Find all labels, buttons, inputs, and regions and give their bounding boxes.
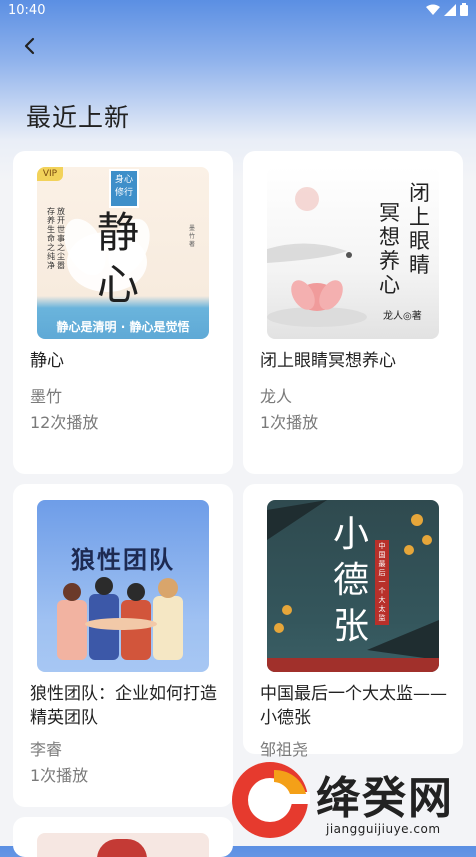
cover-main-title: 静心 — [97, 208, 140, 309]
book-card-1[interactable]: VIP 身心修行 静心 放开世事之尘嚣 存养生命之纯净 墨竹 著 静心是清明 ·… — [13, 151, 233, 474]
book-card-4[interactable]: 小德张 中国最后一个大太监 中国最后一个大太监——小德张 邹祖尧 — [243, 484, 463, 759]
wifi-icon — [426, 4, 440, 15]
watermark-brand: 绛癸网 — [316, 773, 454, 824]
status-bar: 10:40 — [0, 0, 476, 24]
book-cover-5[interactable] — [37, 833, 209, 857]
signal-icon — [444, 3, 456, 16]
book-cover-4[interactable]: 小德张 中国最后一个大太监 — [267, 500, 439, 672]
book-title[interactable]: 静心 — [30, 349, 230, 373]
watermark-url: jiangguijiuye.com — [326, 822, 441, 836]
book-author: 墨竹 — [30, 387, 63, 406]
back-button[interactable] — [14, 30, 46, 62]
page-title: 最近上新 — [26, 103, 131, 132]
status-icons — [426, 3, 468, 16]
book-cover-1[interactable]: VIP 身心修行 静心 放开世事之尘嚣 存养生命之纯净 墨竹 著 静心是清明 ·… — [37, 167, 209, 339]
book-title[interactable]: 中国最后一个大太监——小德张 — [260, 682, 460, 730]
cover-banner: 静心是清明 · 静心是觉悟 — [56, 320, 190, 334]
chevron-left-icon — [24, 37, 35, 55]
battery-icon — [460, 3, 468, 16]
cover-author: 龙人◎著 — [383, 311, 422, 322]
book-author: 李睿 — [30, 740, 63, 759]
book-cover-3[interactable]: 狼性团队 — [37, 500, 209, 672]
cover-main-title: 小德张 — [333, 514, 370, 647]
book-play-count: 12次播放 — [30, 413, 99, 432]
book-card-3[interactable]: 狼性团队 狼性团队：企业如何打造精英团队 李睿 1次播放 — [13, 484, 233, 807]
book-play-count: 1次播放 — [30, 766, 89, 785]
g-logo-icon — [232, 762, 310, 838]
watermark-logo: 绛癸网 jiangguijiuye.com — [226, 752, 476, 846]
team-illustration — [57, 577, 183, 660]
cover-subtitle-1: 放开世事之尘嚣 — [57, 207, 65, 270]
book-title[interactable]: 狼性团队：企业如何打造精英团队 — [30, 682, 230, 730]
book-card-2[interactable]: 闭上眼睛 冥想养心 龙人◎著 闭上眼睛冥想养心 龙人 1次播放 — [243, 151, 463, 474]
book-cover-2[interactable]: 闭上眼睛 冥想养心 龙人◎著 — [267, 167, 439, 339]
cover-author: 墨竹 著 — [189, 225, 196, 248]
cover-title-line-1: 闭上眼睛 — [409, 181, 430, 277]
cover-subtitle-2: 存养生命之纯净 — [47, 207, 55, 270]
book-play-count: 1次播放 — [260, 413, 319, 432]
book-author: 龙人 — [260, 387, 293, 406]
book-title[interactable]: 闭上眼睛冥想养心 — [260, 349, 460, 373]
cover-title-line-2: 冥想养心 — [379, 201, 400, 297]
book-card-5[interactable] — [13, 817, 233, 857]
status-time: 10:40 — [8, 3, 46, 18]
cover-side-label: 中国最后一个大太监 — [375, 540, 389, 625]
cover-art — [97, 839, 147, 857]
